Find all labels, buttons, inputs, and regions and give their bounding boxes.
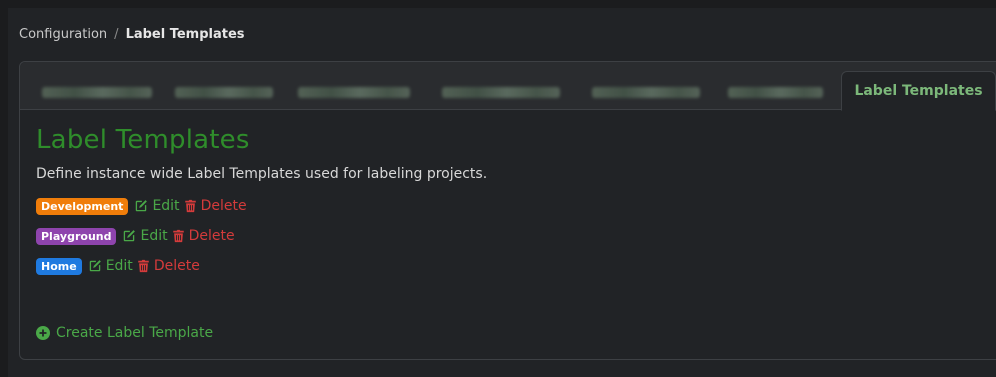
delete-button[interactable]: Delete [184, 198, 247, 214]
edit-label: Edit [140, 228, 168, 244]
template-badge-development[interactable]: Development [36, 197, 129, 215]
tab-blurred-5[interactable] [592, 87, 700, 98]
template-list: Development Edit Delete Playground Edit [36, 196, 996, 276]
delete-label: Delete [200, 198, 247, 214]
breadcrumb-current: Label Templates [125, 27, 245, 42]
template-badge-playground[interactable]: Playground [36, 227, 117, 245]
edit-button[interactable]: Edit [122, 228, 168, 244]
trash-icon [172, 229, 184, 243]
pencil-square-icon [89, 260, 101, 272]
template-row-playground: Playground Edit Delete [36, 226, 996, 246]
template-row-development: Development Edit Delete [36, 196, 996, 216]
pencil-square-icon [124, 230, 136, 242]
tab-bar: Label Templates [20, 62, 996, 111]
trash-icon [184, 199, 196, 213]
page-description: Define instance wide Label Templates use… [36, 166, 488, 182]
edit-button[interactable]: Edit [88, 258, 133, 274]
edit-button[interactable]: Edit [134, 198, 180, 214]
page: Configuration / Label Templates Label Temp… [8, 8, 996, 377]
tab-label-templates[interactable]: Label Templates [841, 71, 996, 111]
delete-label: Delete [188, 228, 235, 244]
breadcrumb: Configuration / Label Templates [19, 27, 245, 42]
tab-content: Label Templates Define instance wide Lab… [36, 125, 996, 286]
tab-blurred-3[interactable] [298, 87, 410, 98]
delete-button[interactable]: Delete [137, 258, 200, 274]
pencil-square-icon [136, 200, 148, 212]
delete-button[interactable]: Delete [172, 228, 235, 244]
config-card: Label Templates Label Templates Define i… [19, 61, 996, 360]
tab-blurred-1[interactable] [42, 87, 152, 98]
trash-icon [138, 259, 149, 273]
plus-circle-icon [36, 326, 50, 340]
template-badge-home[interactable]: Home [36, 257, 82, 275]
page-title: Label Templates [36, 125, 250, 155]
breadcrumb-separator: / [114, 27, 119, 42]
template-row-home: Home Edit Delete [36, 256, 996, 276]
tab-blurred-6[interactable] [728, 87, 823, 98]
edit-label: Edit [105, 258, 133, 274]
tab-blurred-2[interactable] [175, 87, 273, 98]
create-label: Create Label Template [56, 325, 214, 341]
create-label-template-button[interactable]: Create Label Template [36, 325, 213, 341]
delete-label: Delete [153, 258, 200, 274]
edit-label: Edit [152, 198, 180, 214]
tab-blurred-4[interactable] [442, 87, 560, 98]
breadcrumb-configuration[interactable]: Configuration [19, 27, 107, 42]
